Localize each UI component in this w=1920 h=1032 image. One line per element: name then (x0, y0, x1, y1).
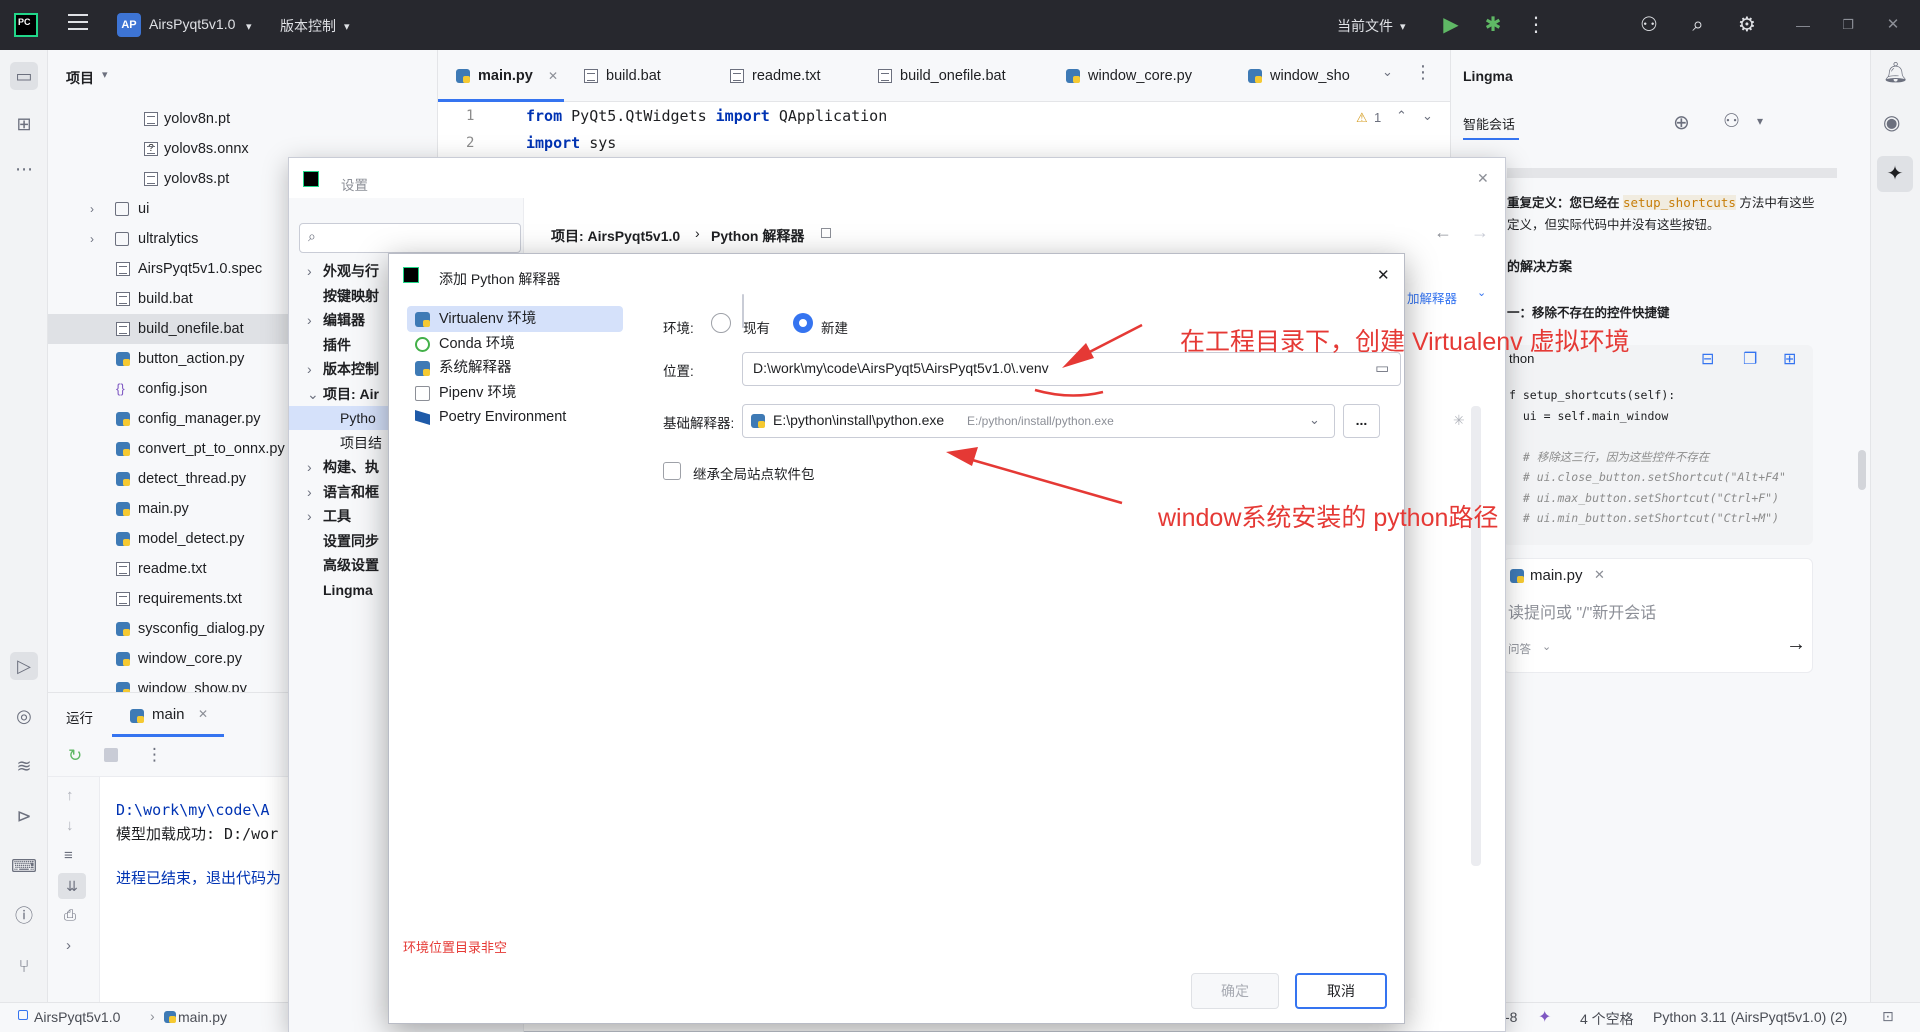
annotation-arrow-top (1062, 323, 1143, 368)
annotation-text-bottom: window系统安装的 python路径 (1158, 504, 1499, 532)
annotation-underline (1034, 388, 1104, 397)
annotation-text-top: 在工程目录下，创建 Virtualenv 虚拟环境 (1180, 328, 1630, 356)
annotation-arrow-bottom (946, 447, 1123, 505)
annotation-overlay (946, 323, 1143, 505)
